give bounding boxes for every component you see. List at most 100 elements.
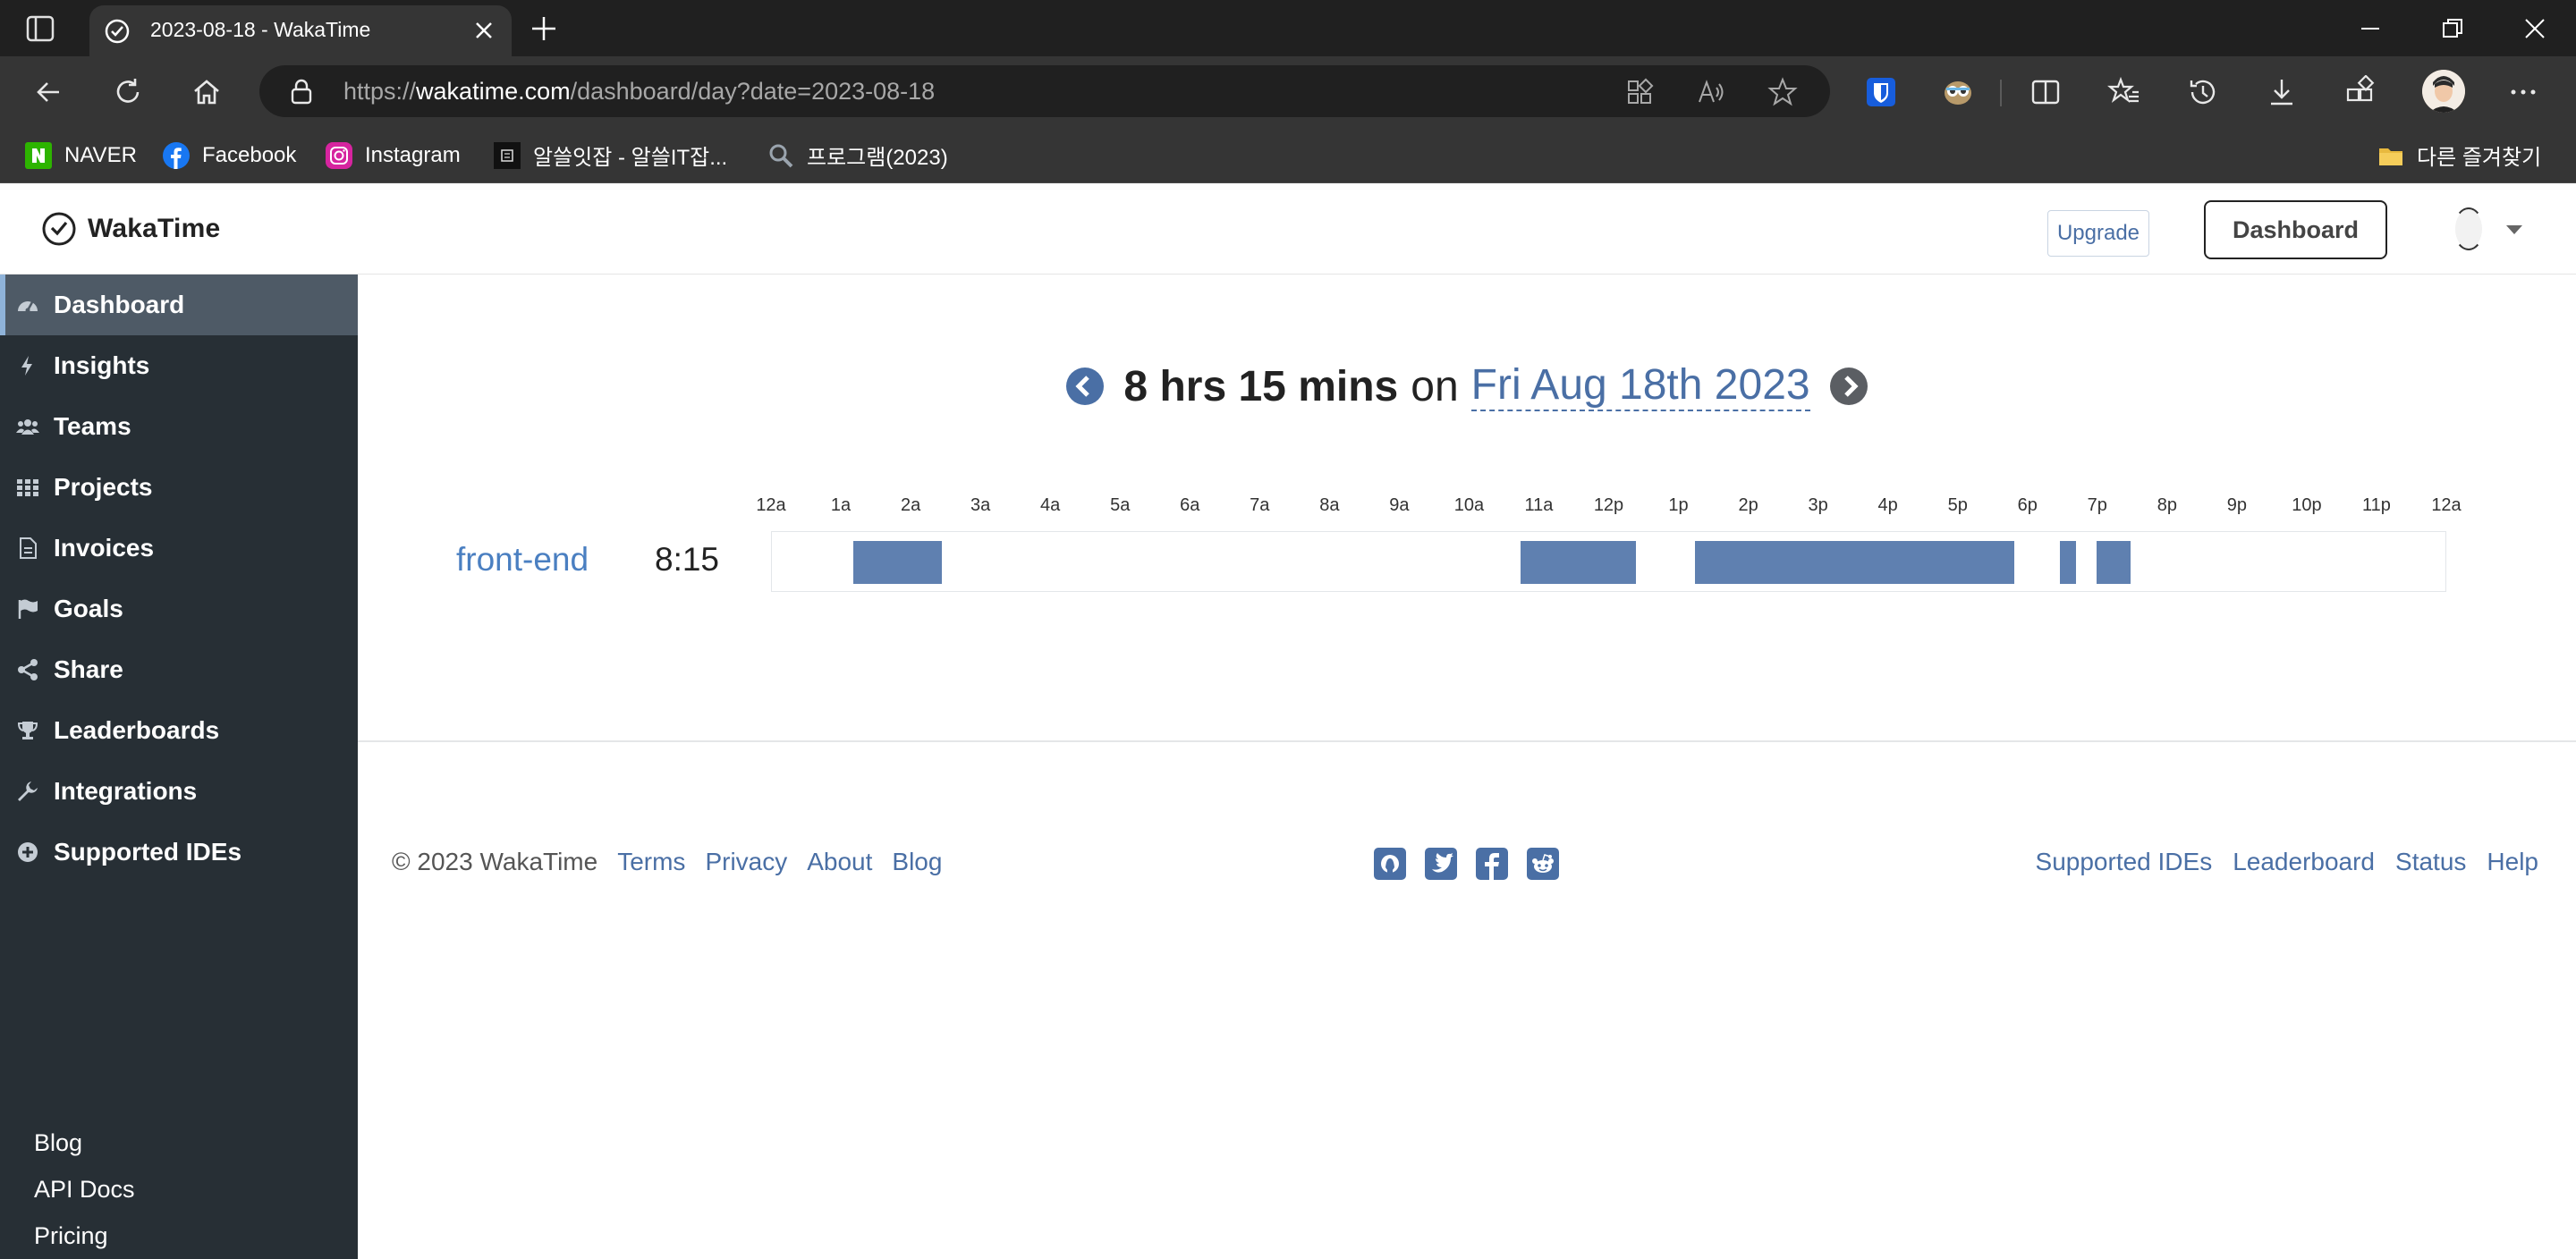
hour-label: 5p xyxy=(1947,495,1968,515)
footer-link-blog[interactable]: Blog xyxy=(892,848,942,876)
sidebar-link-api-docs[interactable]: API Docs xyxy=(34,1176,135,1204)
dashboard-button[interactable]: Dashboard xyxy=(2204,200,2387,259)
hour-label: 10a xyxy=(1453,495,1485,515)
extensions-icon[interactable] xyxy=(2343,75,2377,109)
previous-day-icon[interactable] xyxy=(1066,368,1105,405)
history-icon[interactable] xyxy=(2186,75,2220,109)
home-icon[interactable] xyxy=(190,75,224,109)
facebook-icon[interactable] xyxy=(1476,848,1508,880)
footer-link-help[interactable]: Help xyxy=(2487,848,2538,876)
other-bookmarks[interactable]: 다른 즐겨찾기 xyxy=(2377,127,2541,183)
sidebar-item-goals[interactable]: Goals xyxy=(0,579,358,639)
caret-down-icon[interactable] xyxy=(2506,225,2522,234)
hour-label: 9a xyxy=(1389,495,1410,515)
profile-avatar[interactable] xyxy=(2422,70,2465,113)
url-host: wakatime.com xyxy=(416,78,571,105)
sidebar-item-label: Invoices xyxy=(54,534,155,562)
address-bar[interactable]: https://wakatime.com/dashboard/day?date=… xyxy=(259,65,1830,117)
footer-link-status[interactable]: Status xyxy=(2395,848,2466,876)
top-navbar: WakaTime Upgrade Dashboard xyxy=(0,183,2576,275)
footer-link-about[interactable]: About xyxy=(807,848,872,876)
page: WakaTime Upgrade Dashboard Dashboard Ins… xyxy=(0,183,2576,1259)
read-aloud-icon[interactable] xyxy=(1696,77,1726,107)
site-icon xyxy=(494,141,521,169)
plus-circle-icon xyxy=(18,842,38,862)
activity-block[interactable] xyxy=(853,541,942,584)
sidebar-item-invoices[interactable]: Invoices xyxy=(0,518,358,579)
sidebar-item-supported-ides[interactable]: Supported IDEs xyxy=(0,822,358,883)
new-tab-icon[interactable] xyxy=(530,14,558,43)
bookmark-alsseul[interactable]: 알쓸잇잡 - 알쓸IT잡... xyxy=(494,127,727,183)
active-tab[interactable]: 2023-08-18 - WakaTime xyxy=(89,5,512,56)
activity-block[interactable] xyxy=(2097,541,2131,584)
hour-label: 3p xyxy=(1808,495,1828,515)
hour-label: 12a xyxy=(2431,495,2462,515)
url-text[interactable]: https://wakatime.com/dashboard/day?date=… xyxy=(343,78,935,106)
bolt-icon xyxy=(21,356,32,376)
bookmark-program-2023[interactable]: 프로그램(2023) xyxy=(767,127,948,183)
activity-block[interactable] xyxy=(2059,541,2076,584)
hour-label: 3a xyxy=(970,495,991,515)
bookmark-facebook[interactable]: Facebook xyxy=(163,127,296,183)
footer-link-leaderboard[interactable]: Leaderboard xyxy=(2233,848,2375,876)
favorites-icon[interactable] xyxy=(2107,75,2141,109)
sidebar-item-label: Insights xyxy=(54,351,150,379)
sidebar-item-label: Projects xyxy=(54,473,153,501)
user-avatar[interactable] xyxy=(2453,207,2484,250)
more-options-icon[interactable] xyxy=(2506,75,2540,109)
extension-owl-icon[interactable] xyxy=(1941,75,1975,109)
next-day-icon[interactable] xyxy=(1829,368,1868,405)
sidebar-link-blog[interactable]: Blog xyxy=(34,1129,82,1157)
naver-icon xyxy=(25,141,52,169)
wrench-icon xyxy=(18,782,38,801)
footer-left: © 2023 WakaTime Terms Privacy About Blog xyxy=(392,848,942,876)
wakatime-logo-icon xyxy=(42,212,76,246)
restore-icon[interactable] xyxy=(2438,14,2467,43)
date-picker[interactable]: Fri Aug 18th 2023 xyxy=(1470,361,1810,411)
activity-block[interactable] xyxy=(1520,541,1637,584)
sidebar-item-projects[interactable]: Projects xyxy=(0,457,358,518)
split-screen-icon[interactable] xyxy=(2029,75,2063,109)
footer-link-supported-ides[interactable]: Supported IDEs xyxy=(2036,848,2213,876)
instagram-icon xyxy=(326,141,352,169)
hour-label: 4a xyxy=(1040,495,1061,515)
wakatime-favicon-icon xyxy=(105,19,130,44)
on-text: on xyxy=(1411,362,1459,410)
sidebar-item-integrations[interactable]: Integrations xyxy=(0,761,358,822)
close-window-icon[interactable] xyxy=(2521,14,2549,43)
reddit-icon[interactable] xyxy=(1527,848,1559,880)
users-icon xyxy=(16,419,39,435)
github-icon[interactable] xyxy=(1374,848,1406,880)
footer-link-terms[interactable]: Terms xyxy=(617,848,685,876)
twitter-icon[interactable] xyxy=(1425,848,1457,880)
lock-icon[interactable] xyxy=(290,78,313,105)
tab-actions-icon[interactable] xyxy=(25,14,55,43)
sidebar-item-share[interactable]: Share xyxy=(0,639,358,700)
hour-label: 11p xyxy=(2362,495,2391,515)
sidebar: Dashboard Insights Teams Projects Invoic… xyxy=(0,275,358,1259)
favorite-star-icon[interactable] xyxy=(1767,77,1798,107)
minimize-icon[interactable] xyxy=(2356,14,2385,43)
activity-block[interactable] xyxy=(1694,541,2015,584)
close-tab-icon[interactable] xyxy=(472,19,496,42)
refresh-icon[interactable] xyxy=(111,75,145,109)
url-scheme: https:// xyxy=(343,78,417,105)
download-icon[interactable] xyxy=(2265,75,2299,109)
bitwarden-extension-icon[interactable] xyxy=(1864,75,1898,109)
sidebar-item-leaderboards[interactable]: Leaderboards xyxy=(0,700,358,761)
logo-text: WakaTime xyxy=(88,214,221,243)
apps-icon[interactable] xyxy=(1624,77,1655,107)
back-icon[interactable] xyxy=(32,75,66,109)
sidebar-item-dashboard[interactable]: Dashboard xyxy=(0,275,358,335)
footer-link-privacy[interactable]: Privacy xyxy=(705,848,787,876)
sidebar-item-insights[interactable]: Insights xyxy=(0,335,358,396)
bookmark-naver[interactable]: NAVER xyxy=(25,127,137,183)
project-link[interactable]: front-end xyxy=(456,541,589,579)
url-path: /dashboard/day?date=2023-08-18 xyxy=(570,78,936,105)
bookmark-instagram[interactable]: Instagram xyxy=(326,127,461,183)
total-time: 8 hrs 15 mins xyxy=(1123,362,1399,410)
sidebar-item-teams[interactable]: Teams xyxy=(0,396,358,457)
wakatime-logo[interactable]: WakaTime xyxy=(41,210,220,248)
upgrade-button[interactable]: Upgrade xyxy=(2047,210,2149,257)
sidebar-link-pricing[interactable]: Pricing xyxy=(34,1222,108,1250)
